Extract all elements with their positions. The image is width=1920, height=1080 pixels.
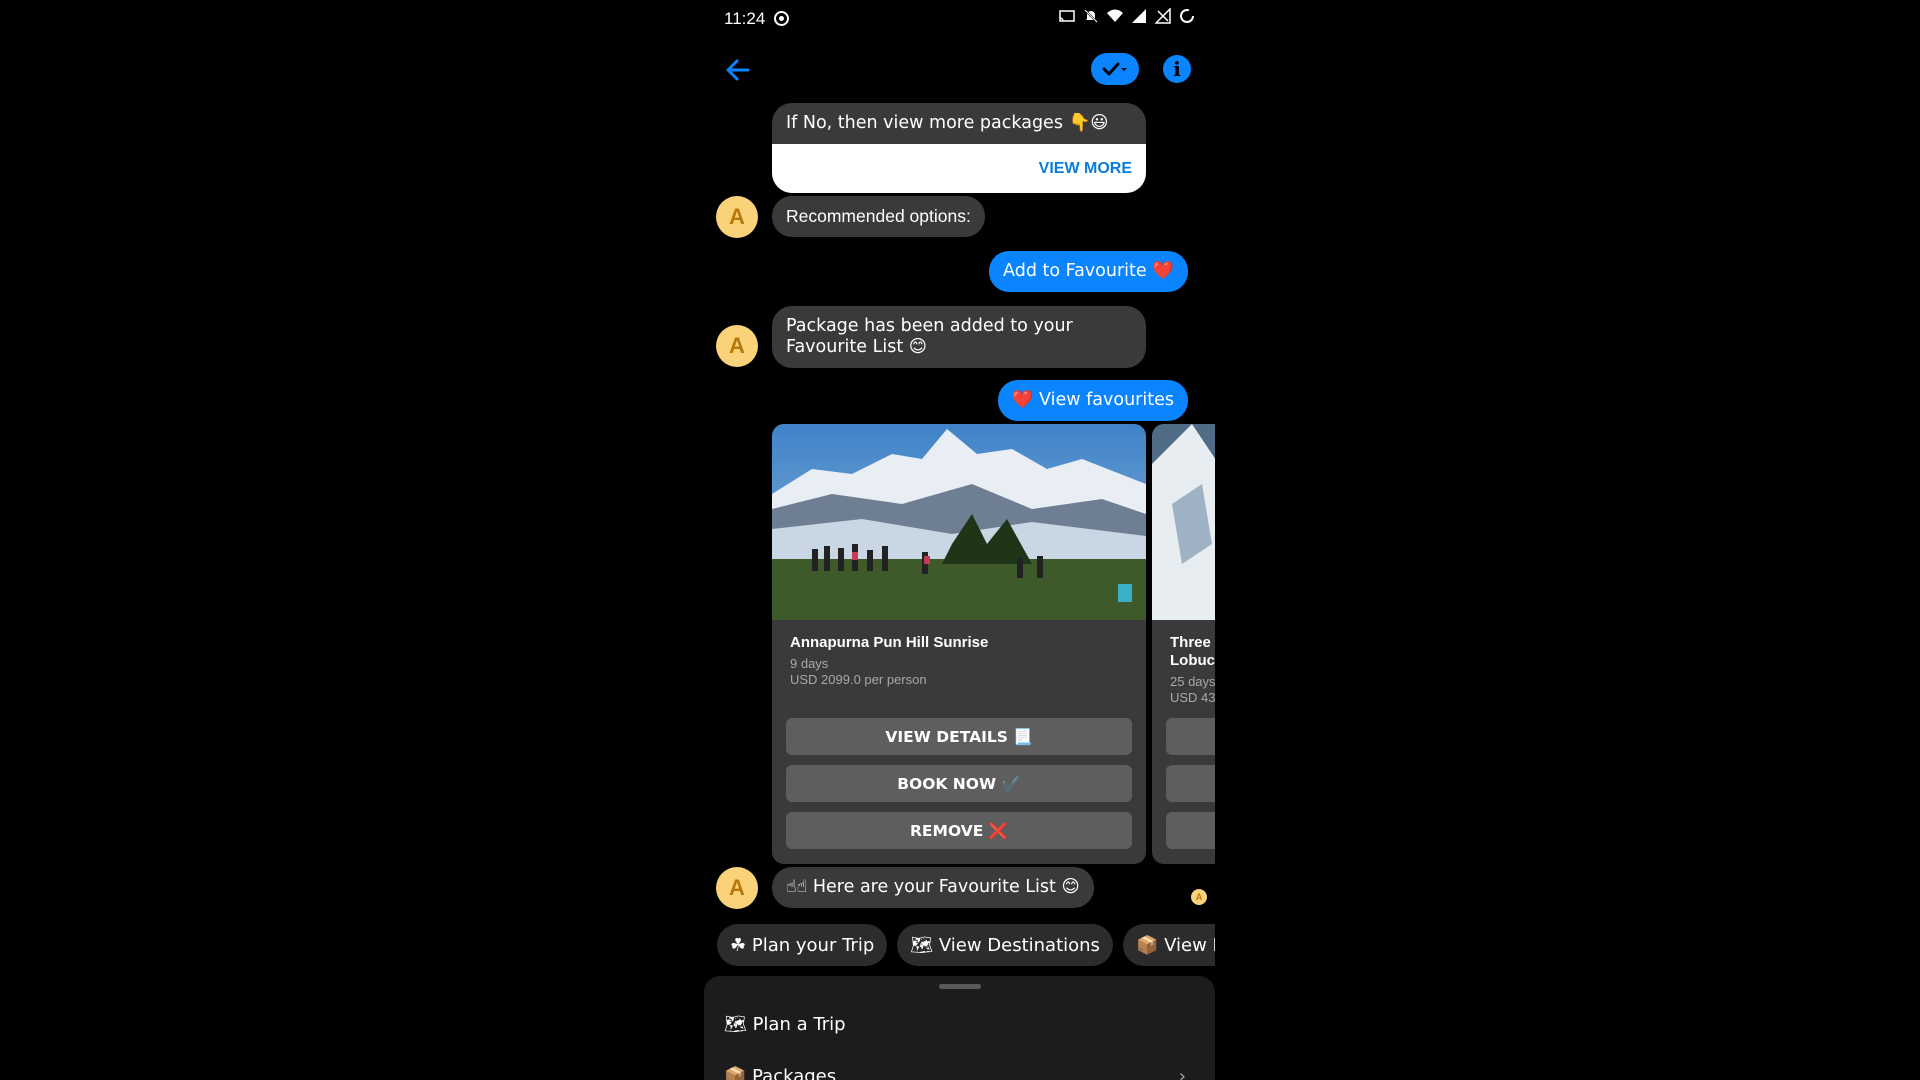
package-carousel[interactable]: Annapurna Pun Hill Sunrise 9 days USD 20… [772,424,1215,864]
book-now-button[interactable]: BOOK NOW ✔️ [786,765,1132,802]
quick-reply-plan-trip[interactable]: ☘ Plan your Trip [717,924,888,966]
view-more-card: If No, then view more packages 👇😃 VIEW M… [772,103,1146,193]
avatar: A [716,325,758,367]
record-icon [774,11,789,26]
view-more-text: If No, then view more packages 👇😃 [786,113,1109,133]
menu-item-packages[interactable]: 📦 Packages › [724,1066,1194,1080]
persistent-menu-sheet: 🗺 Plan a Trip 📦 Packages › [704,976,1215,1080]
view-details-button[interactable] [1166,718,1215,755]
quick-reply-view-destinations[interactable]: 🗺 View Destinations [897,924,1113,966]
package-image [772,424,1146,620]
package-image [1152,424,1215,620]
favourite-list-message: ☝☝ Here are your Favourite List 😊 [772,867,1094,908]
signal-off-icon [1155,8,1171,24]
add-favourite-message: Add to Favourite ❤️ [989,251,1188,292]
avatar: A [716,196,758,238]
avatar: A [716,867,758,909]
quick-replies: ☘ Plan your Trip 🗺 View Destinations 📦 V… [717,924,1215,966]
view-details-button[interactable]: VIEW DETAILS 📃 [786,718,1132,755]
book-now-button[interactable] [1166,765,1215,802]
package-card-partial: Three Lobucl 25 days USD 43 [1152,424,1215,864]
package-title: Annapurna Pun Hill Sunrise [790,634,989,651]
package-title-line1: Three [1170,634,1211,651]
recommended-message: Recommended options: [772,196,985,237]
package-price: USD 2099.0 per person [790,672,927,687]
messenger-screen: 11:24 i If No, then view more packages 👇… [704,0,1215,1080]
wifi-icon [1107,9,1123,22]
view-more-button[interactable]: VIEW MORE [1039,160,1132,178]
package-duration: 25 days [1170,674,1215,689]
info-glyph: i [1173,57,1181,81]
check-status-button[interactable] [1091,53,1139,85]
back-arrow-icon[interactable] [720,52,756,88]
view-more-row: VIEW MORE [772,144,1146,193]
info-icon[interactable]: i [1163,55,1191,83]
battery-icon [1180,9,1194,23]
check-icon [1102,62,1127,76]
menu-item-plan-trip[interactable]: 🗺 Plan a Trip [724,1014,1194,1035]
sheet-handle[interactable] [939,984,981,989]
package-card: Annapurna Pun Hill Sunrise 9 days USD 20… [772,424,1146,864]
status-icons [1059,8,1195,24]
remove-button[interactable]: REMOVE ❌ [786,812,1132,849]
package-duration: 9 days [790,656,829,671]
package-added-message: Package has been added to your Favourite… [772,306,1146,368]
view-favourites-message: ❤️ View favourites [997,380,1188,421]
package-title-line2: Lobucl [1170,652,1215,669]
quick-reply-view-packages[interactable]: 📦 View Pack [1122,924,1215,966]
remove-button[interactable] [1166,812,1215,849]
status-bar: 11:24 [704,0,1215,38]
signal-icon [1132,9,1146,23]
cast-icon [1059,10,1075,22]
menu-item-label: 📦 Packages [724,1066,837,1080]
bell-off-icon [1084,9,1098,23]
package-price: USD 43 [1170,690,1215,705]
status-time: 11:24 [724,9,766,28]
read-receipt-avatar: A [1191,889,1207,905]
chevron-right-icon: › [1178,1066,1186,1080]
